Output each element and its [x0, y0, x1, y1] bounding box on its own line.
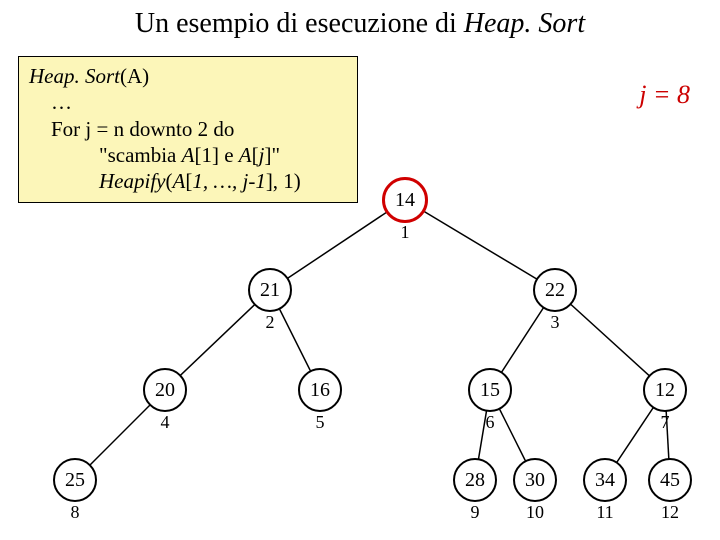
tree-node-8: 25 [53, 458, 97, 502]
tree-node-10: 30 [513, 458, 557, 502]
tree-node-9: 28 [453, 458, 497, 502]
tree-index-4: 4 [161, 412, 170, 433]
code-line-4: "scambia A[1] e A[j]" [29, 142, 347, 168]
tree-index-1: 1 [401, 222, 410, 243]
code-line-5: Heapify(A[1, …, j-1], 1) [29, 168, 347, 194]
tree-index-3: 3 [551, 312, 560, 333]
code-line-3: For j = n downto 2 do [29, 116, 347, 142]
code-line-1: Heap. Sort(A) [29, 63, 347, 89]
tree-node-4: 20 [143, 368, 187, 412]
tree-node-1: 14 [382, 177, 428, 223]
tree-index-12: 12 [661, 502, 679, 523]
tree-node-5: 16 [298, 368, 342, 412]
title-pre: Un esempio di esecuzione di [135, 8, 464, 39]
page-title: Un esempio di esecuzione di Heap. Sort [0, 0, 720, 40]
tree-index-11: 11 [596, 502, 613, 523]
tree-index-7: 7 [661, 412, 670, 433]
tree-node-11: 34 [583, 458, 627, 502]
tree-index-10: 10 [526, 502, 544, 523]
tree-index-8: 8 [71, 502, 80, 523]
tree-index-9: 9 [471, 502, 480, 523]
tree-index-5: 5 [316, 412, 325, 433]
tree-node-6: 15 [468, 368, 512, 412]
tree-index-2: 2 [266, 312, 275, 333]
tree-node-3: 22 [533, 268, 577, 312]
tree-node-12: 45 [648, 458, 692, 502]
j-indicator: j = 8 [639, 80, 690, 110]
code-line-2: … [29, 89, 347, 115]
tree-index-6: 6 [486, 412, 495, 433]
pseudocode-box: Heap. Sort(A) … For j = n downto 2 do "s… [18, 56, 358, 203]
tree-node-7: 12 [643, 368, 687, 412]
title-name: Heap. Sort [464, 8, 585, 39]
tree-node-2: 21 [248, 268, 292, 312]
